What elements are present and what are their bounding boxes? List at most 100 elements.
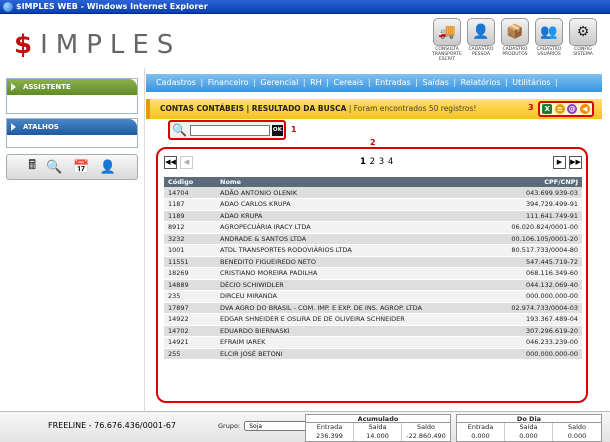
cell-codigo: 14889	[164, 279, 216, 291]
table-row[interactable]: 235 DIRCEU MIRANDA 000.000.000-00	[164, 290, 582, 303]
menu-cadastros[interactable]: Cadastros	[156, 78, 196, 87]
magnifier-icon[interactable]: 🔍	[46, 160, 62, 175]
shortcut-label: CADASTRO PRODUTOS	[502, 47, 528, 57]
cell-cpf-cnpj: 000.000.000-00	[492, 348, 582, 360]
menu-relatorios[interactable]: Relatórios	[461, 78, 501, 87]
table-row[interactable]: 255 ELCIR JOSÉ BETONI 000.000.000-00	[164, 348, 582, 360]
cell-codigo: 14922	[164, 313, 216, 326]
page-2[interactable]: 2	[370, 157, 375, 167]
back-icon[interactable]: ◀	[579, 104, 590, 114]
menu-cereais[interactable]: Cereais	[333, 78, 363, 87]
search-input[interactable]	[190, 125, 270, 136]
page-3[interactable]: 3	[379, 157, 384, 167]
table-row[interactable]: 1189 ADAO KRUPA 111.641.749-91	[164, 210, 582, 222]
menu-rh[interactable]: RH	[310, 78, 322, 87]
logo-dollar: $	[14, 30, 41, 60]
acumulado-saldo-value: -22.860.490	[406, 432, 446, 440]
prev-page-button[interactable]: ◀	[180, 156, 193, 169]
cell-nome: ADAO KRUPA	[216, 210, 492, 222]
result-infobar: CONTAS CONTÁBEIS | RESULTADO DA BUSCA | …	[146, 99, 602, 119]
table-row[interactable]: 8912 AGROPECUÁRIA IRACY LTDA 06.020.824/00…	[164, 221, 582, 234]
cell-nome: CRISTIANO MOREIRA PADILHA	[216, 267, 492, 280]
gear-icon: ⚙	[569, 18, 597, 46]
table-row[interactable]: 14702 EDUARDO BIERNASKI 307.296.619-20	[164, 325, 582, 337]
cell-nome: ADAO CARLOS KRUPA	[216, 198, 492, 211]
cell-cpf-cnpj: 043.699.939-03	[492, 187, 582, 199]
header-shortcuts: 🚚 CONSULTA TRANSPORTE ESCRIT 👤 CADASTRO …	[432, 18, 598, 62]
col-nome[interactable]: Nome	[216, 177, 492, 187]
calculator-icon[interactable]: 🖩	[28, 156, 36, 178]
menu-saidas[interactable]: Saídas	[423, 78, 449, 87]
user-icon[interactable]: 👤	[100, 160, 116, 175]
menu-utilitarios[interactable]: Utilitários	[512, 78, 550, 87]
next-page-button[interactable]: ▶	[553, 156, 566, 169]
shortcut-cadastro-produtos[interactable]: 📦 CADASTRO PRODUTOS	[500, 18, 530, 62]
shortcut-cadastro-usuarios[interactable]: 👥 CADASTRO USUÁRIOS	[534, 18, 564, 62]
cell-nome: AGROPECUÁRIA IRACY LTDA	[216, 221, 492, 234]
shortcut-label: CONSULTA TRANSPORTE ESCRIT	[432, 47, 462, 62]
company-info: FREELINE - 76.676.436/0001-67	[48, 421, 177, 430]
status-footer: FREELINE - 76.676.436/0001-67 Grupo: Soj…	[0, 411, 610, 442]
shortcut-label: CONFIG SISTEMA	[573, 47, 593, 57]
menu-entradas[interactable]: Entradas	[375, 78, 411, 87]
simples-logo[interactable]: $IMPLES	[14, 30, 181, 60]
acumulado-entrada-header: Entrada	[306, 423, 354, 432]
atalhos-header[interactable]: ATALHOS	[7, 119, 137, 135]
cell-nome: EDUARDO BIERNASKI	[216, 325, 492, 337]
subsection-title: RESULTADO DA BUSCA	[251, 104, 347, 113]
cell-codigo: 255	[164, 348, 216, 360]
cell-nome: DIRCEU MIRANDA	[216, 290, 492, 303]
table-row[interactable]: 14921 EFRAIM IAREK 046.233.239-00	[164, 336, 582, 349]
col-codigo[interactable]: Código	[164, 177, 216, 187]
search-ok-button[interactable]: OK	[272, 125, 283, 136]
table-row[interactable]: 17897 DVA AGRO DO BRASIL - COM. IMP. E EX…	[164, 302, 582, 314]
person-icon: 👤	[467, 18, 495, 46]
cell-cpf-cnpj: 111.641.749-91	[492, 210, 582, 222]
menu-financeiro[interactable]: Financeiro	[208, 78, 249, 87]
table-row[interactable]: 1001 ATDL TRANSPORTES RODOVIÁRIOS LTDA 80.…	[164, 244, 582, 257]
do-dia-table: Do Dia Entrada Saída Saldo 0.000 0.000 0…	[456, 414, 602, 442]
table-row[interactable]: 14704 ADÃO ANTONIO OLENIK 043.699.939-03	[164, 187, 582, 199]
do-dia-saldo-header: Saldo	[567, 423, 587, 431]
table-row[interactable]: 11551 BENEDITO FIGUEIREDO NETO 547.445.719…	[164, 256, 582, 268]
cell-nome: ATDL TRANSPORTES RODOVIÁRIOS LTDA	[216, 244, 492, 257]
page-1[interactable]: 1	[360, 157, 366, 167]
cell-codigo: 18269	[164, 267, 216, 280]
shortcut-config-sistema[interactable]: ⚙ CONFIG SISTEMA	[568, 18, 598, 62]
shortcut-label: CADASTRO USUÁRIOS	[536, 47, 562, 57]
calendar-icon[interactable]: 📅	[73, 160, 89, 175]
pager: ◀◀ ◀ 1 2 3 4 ▶ ▶▶	[164, 156, 582, 172]
table-row[interactable]: 14922 EDGAR SHNEIDER E OSLIRA DE DE OLIVE…	[164, 313, 582, 326]
print-icon[interactable]: ≡	[554, 104, 565, 114]
acumulado-table: Acumulado Entrada Saída Saldo 236.399 14…	[305, 414, 451, 442]
logo-text: IMPLES	[40, 30, 182, 60]
table-row[interactable]: 3232 ANDRADE & SANTOS LTDA 00.106.105/0001…	[164, 233, 582, 245]
result-count-message: Foram encontrados 50 registros!	[353, 104, 477, 113]
acumulado-title: Acumulado	[306, 415, 450, 423]
acumulado-entrada-value: 236.399	[306, 432, 354, 441]
atalhos-panel: ATALHOS	[6, 118, 138, 148]
page-4[interactable]: 4	[388, 157, 393, 167]
acumulado-saida-header: Saída	[354, 423, 402, 432]
cell-nome: ADÃO ANTONIO OLENIK	[216, 187, 492, 199]
section-title: CONTAS CONTÁBEIS	[160, 104, 245, 113]
excel-icon[interactable]: X	[542, 104, 553, 114]
cell-cpf-cnpj: 06.020.824/0001-00	[492, 221, 582, 234]
menu-gerencial[interactable]: Gerencial	[260, 78, 298, 87]
annotation-3: 3	[528, 103, 534, 112]
app-header: $IMPLES 🚚 CONSULTA TRANSPORTE ESCRIT 👤 C…	[0, 14, 610, 68]
mail-icon[interactable]: @	[567, 104, 578, 114]
search-box: 🔍 OK	[168, 120, 286, 140]
table-row[interactable]: 1187 ADAO CARLOS KRUPA 394.729.499-91	[164, 198, 582, 211]
do-dia-entrada-header: Entrada	[457, 423, 505, 432]
first-page-button[interactable]: ◀◀	[164, 156, 177, 169]
shortcut-consulta-transporte[interactable]: 🚚 CONSULTA TRANSPORTE ESCRIT	[432, 18, 462, 62]
table-row[interactable]: 14889 DÉCIO SCHIWIDLER 044.132.069-40	[164, 279, 582, 291]
assistente-header[interactable]: ASSISTENTE	[7, 79, 137, 95]
table-row[interactable]: 18269 CRISTIANO MOREIRA PADILHA 068.116.34…	[164, 267, 582, 280]
last-page-button[interactable]: ▶▶	[569, 156, 582, 169]
do-dia-title: Do Dia	[457, 415, 601, 423]
ie-icon	[3, 2, 13, 12]
col-cpf-cnpj[interactable]: CPF/CNPJ	[492, 177, 582, 187]
shortcut-cadastro-pessoa[interactable]: 👤 CADASTRO PESSOA	[466, 18, 496, 62]
